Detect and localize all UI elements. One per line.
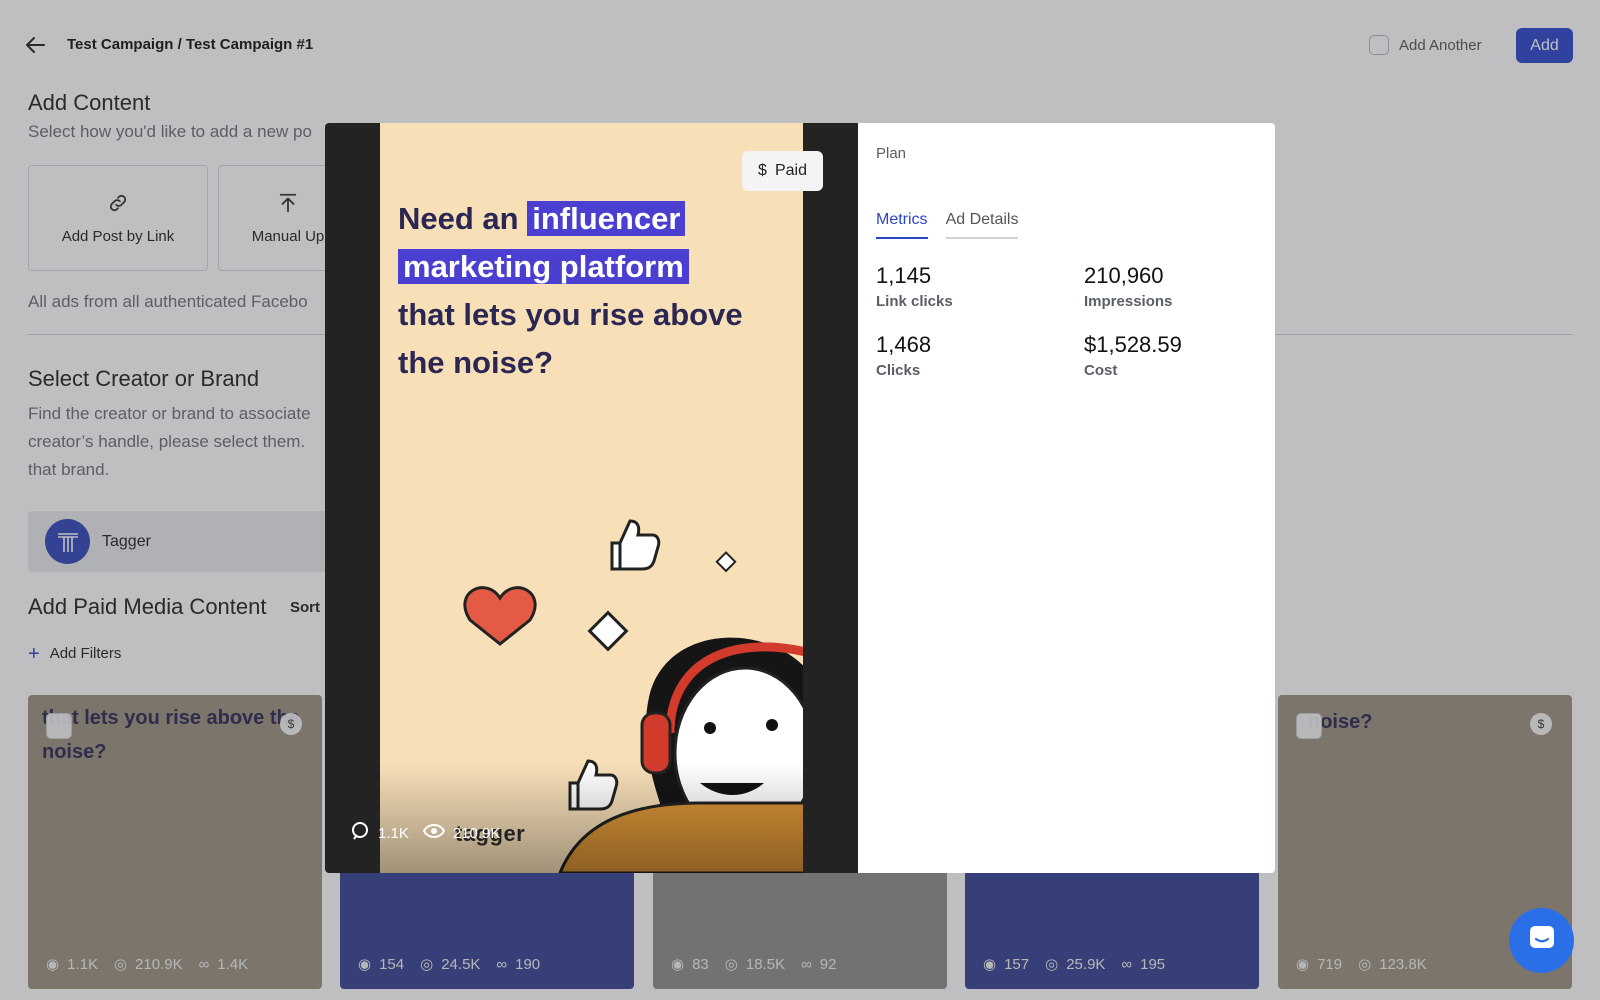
comment-icon bbox=[350, 821, 370, 845]
media-stats: 1.1K 210.9K bbox=[350, 821, 500, 845]
plan-label: Plan bbox=[876, 145, 907, 162]
headline-highlight-1: influencer bbox=[527, 201, 686, 236]
metrics-grid: 1,145 Link clicks 210,960 Impressions 1,… bbox=[876, 263, 1266, 379]
metric-label: Link clicks bbox=[876, 293, 953, 310]
metric-clicks: 1,468 Clicks bbox=[876, 332, 1084, 379]
ad-details-panel: Plan Metrics Ad Details 1,145 Link click… bbox=[858, 123, 1275, 873]
metric-label: Impressions bbox=[1084, 293, 1173, 310]
headline-post: that lets you rise above the noise? bbox=[398, 297, 743, 380]
paid-badge-label: Paid bbox=[774, 162, 807, 179]
metric-value: 210,960 bbox=[1084, 263, 1164, 288]
ad-preview-modal: Need an influencer marketing platform th… bbox=[325, 123, 1275, 873]
media-views-count: 210.9K bbox=[452, 824, 501, 842]
panel-tabs: Metrics Ad Details bbox=[876, 211, 1019, 239]
paid-badge: $ Paid bbox=[742, 151, 823, 191]
tab-metrics[interactable]: Metrics bbox=[876, 211, 928, 239]
headline-highlight-2: marketing platform bbox=[398, 249, 689, 284]
chat-support-button[interactable] bbox=[1509, 908, 1574, 973]
bottom-fade bbox=[380, 763, 803, 873]
chat-icon bbox=[1527, 923, 1557, 958]
tab-ad-details[interactable]: Ad Details bbox=[945, 211, 1019, 239]
metric-value: $1,528.59 bbox=[1084, 332, 1182, 357]
metric-label: Cost bbox=[1084, 362, 1118, 379]
metric-value: 1,468 bbox=[876, 332, 932, 357]
media-comments-count: 1.1K bbox=[378, 824, 409, 842]
eye-icon bbox=[422, 823, 445, 843]
dollar-icon: $ bbox=[758, 162, 767, 179]
metric-value: 1,145 bbox=[876, 263, 932, 288]
metric-impressions: 210,960 Impressions bbox=[1084, 263, 1266, 310]
metric-cost: $1,528.59 Cost bbox=[1084, 332, 1266, 379]
headline-pre: Need an bbox=[398, 201, 519, 236]
ad-creative: Need an influencer marketing platform th… bbox=[380, 123, 803, 873]
metric-link-clicks: 1,145 Link clicks bbox=[876, 263, 1084, 310]
metric-label: Clicks bbox=[876, 362, 921, 379]
ad-media-preview: Need an influencer marketing platform th… bbox=[325, 123, 858, 873]
creative-headline: Need an influencer marketing platform th… bbox=[398, 195, 788, 387]
